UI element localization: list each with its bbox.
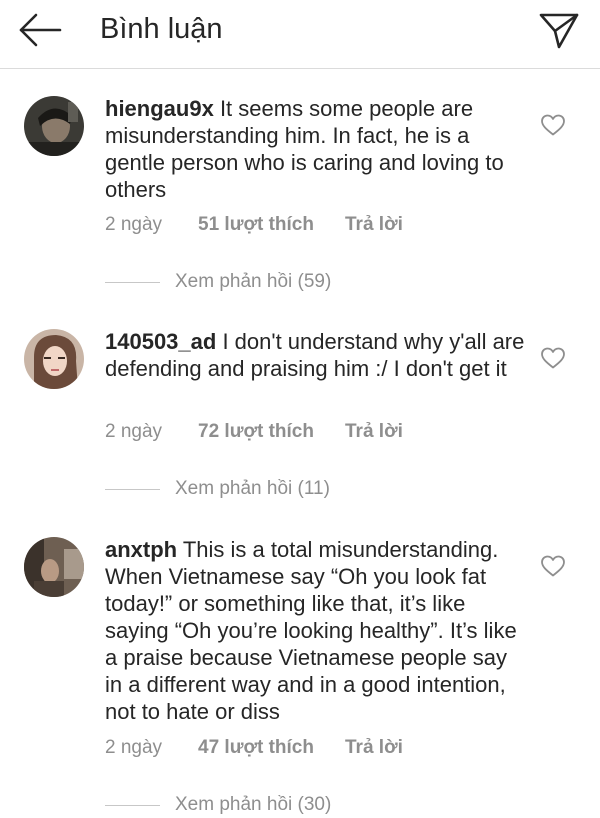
replies-divider — [105, 282, 160, 283]
comment-username[interactable]: anxtph — [105, 537, 177, 562]
reply-button[interactable]: Trả lời — [345, 213, 403, 237]
share-button[interactable] — [534, 6, 586, 52]
comment-time: 2 ngày — [105, 214, 163, 235]
header-bar: Bình luận — [0, 0, 600, 69]
heart-icon — [541, 555, 565, 577]
arrow-left-icon — [19, 13, 62, 47]
comment-text: 140503_ad I don't understand why y'all a… — [105, 328, 530, 382]
comment-time: 2 ngày — [105, 737, 163, 758]
comment-username[interactable]: hiengau9x — [105, 96, 214, 121]
view-replies-label: Xem phản hồi (30) — [175, 794, 332, 815]
like-button[interactable] — [540, 346, 566, 370]
comment-likes[interactable]: 47 lượt thích — [198, 736, 314, 760]
view-replies-label: Xem phản hồi (11) — [175, 478, 330, 499]
avatar[interactable] — [24, 537, 84, 597]
comment-time: 2 ngày — [105, 421, 163, 442]
comment-text: anxtph This is a total misunderstanding.… — [105, 536, 530, 725]
comment-text: hiengau9x It seems some people are misun… — [105, 95, 530, 203]
back-button[interactable] — [14, 8, 66, 52]
paper-plane-icon — [539, 13, 579, 49]
page-title: Bình luận — [100, 13, 223, 45]
reply-button[interactable]: Trả lời — [345, 736, 403, 760]
comment-likes[interactable]: 72 lượt thích — [198, 420, 314, 444]
heart-icon — [541, 114, 565, 136]
like-button[interactable] — [540, 113, 566, 137]
comment-likes[interactable]: 51 lượt thích — [198, 213, 314, 237]
replies-divider — [105, 489, 160, 490]
replies-divider — [105, 805, 160, 806]
reply-button[interactable]: Trả lời — [345, 420, 403, 444]
heart-icon — [541, 347, 565, 369]
like-button[interactable] — [540, 554, 566, 578]
comment-username[interactable]: 140503_ad — [105, 329, 216, 354]
comment-body: This is a total misunderstanding. When V… — [105, 537, 517, 724]
avatar[interactable] — [24, 329, 84, 389]
avatar[interactable] — [24, 96, 84, 156]
view-replies-label: Xem phản hồi (59) — [175, 271, 332, 292]
